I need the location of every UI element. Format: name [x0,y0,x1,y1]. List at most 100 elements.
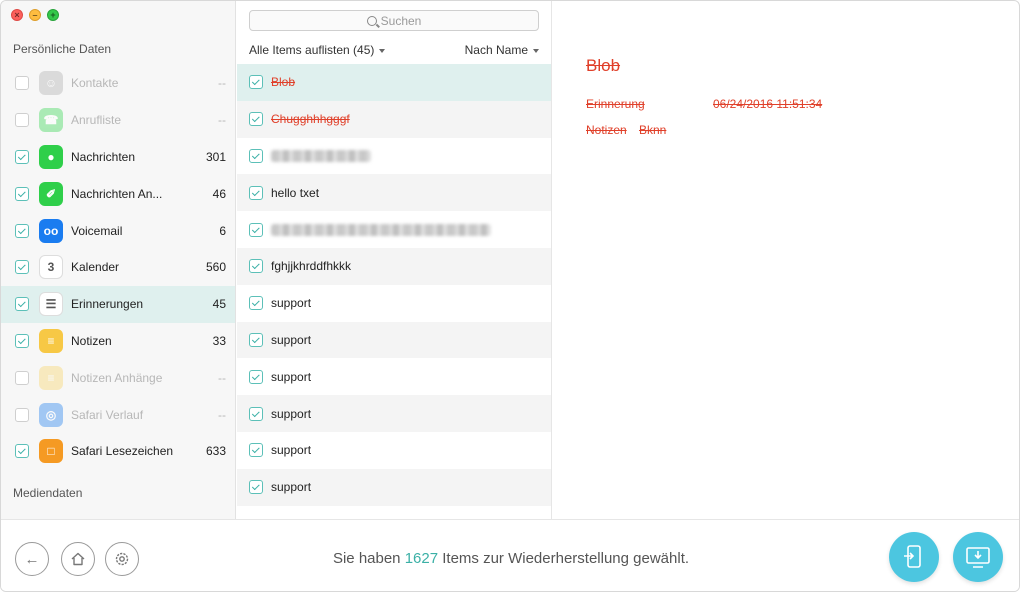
sidebar-item[interactable]: ☺ Kontakte -- [1,65,235,102]
list-item-label: Blob [271,75,296,90]
phone-icon: ☎ [39,108,63,133]
sidebar-item[interactable]: ☰ Erinnerungen 45 [1,285,235,323]
list-item-label: hello txet [271,185,320,200]
sidebar-item-label: Safari Verlauf [71,407,144,422]
category-checkbox[interactable] [15,113,29,128]
sidebar-item[interactable]: ☎ Anrufliste -- [1,102,235,139]
category-checkbox[interactable] [15,444,29,459]
restore-to-computer-button[interactable] [953,532,1003,582]
list-item-label: support [271,406,312,421]
calendar-icon: 3 [39,255,63,280]
reminder-label: Erinnerung [586,97,645,111]
voicemail-icon: oo [39,218,63,243]
item-checkbox[interactable] [249,296,263,311]
reminders-icon: ☰ [39,292,63,317]
section-title-personal: Persönliche Daten [13,42,112,56]
notes-icon: ≡ [39,328,63,353]
reminder-value: 06/24/2016 11:51:34 [713,97,823,111]
sort-dropdown[interactable]: Nach Name [465,43,539,57]
category-checkbox[interactable] [15,149,29,164]
search-icon [366,15,377,26]
sort-label: Nach Name [464,43,528,57]
category-checkbox[interactable] [15,186,29,201]
item-checkbox[interactable] [249,480,263,495]
sidebar: × – + Persönliche Daten ☺ Kontakte -- ☎ Anru… [1,1,236,519]
sidebar-item-label: Kontakte [71,76,119,91]
item-checkbox[interactable] [249,148,263,163]
sidebar-item[interactable]: ≡ Notizen 33 [1,323,235,360]
list-item[interactable]: support [237,321,551,359]
item-checkbox[interactable] [249,75,263,90]
list-item[interactable]: support [237,468,551,506]
category-checkbox[interactable] [15,223,29,238]
sidebar-item-count: 633 [205,444,226,459]
sidebar-item-count: -- [218,113,226,128]
sidebar-item-count: -- [218,76,226,91]
sidebar-item-label: Notizen Anhänge [71,370,163,385]
sidebar-item-label: Notizen [71,333,112,348]
sidebar-item[interactable]: ✐ Nachrichten An... 46 [1,175,235,212]
sidebar-item-label: Kalender [71,260,120,275]
detail-panel: Blob Erinnerung 06/24/2016 11:51:34 Noti… [553,1,1019,519]
contacts-icon: ☺ [39,71,63,96]
status-prefix: Sie haben [332,550,401,567]
restore-to-device-button[interactable] [889,532,939,582]
notes-label: Notizen [586,123,627,137]
item-checkbox[interactable] [249,369,263,384]
search-input[interactable]: Suchen [249,10,539,31]
notes-value: Bknn [639,123,667,137]
category-checkbox[interactable] [15,297,29,312]
sidebar-item-count: 301 [205,149,226,164]
app-window: × – + Persönliche Daten ☺ Kontakte -- ☎ Anru… [0,0,1020,592]
detail-title: Blob [586,56,621,75]
sidebar-item-count: -- [218,407,226,422]
sidebar-item[interactable]: 3 Kalender 560 [1,249,235,286]
category-checkbox[interactable] [15,370,29,385]
category-checkbox[interactable] [15,76,29,91]
zoom-window-button[interactable]: + [47,9,59,21]
list-item[interactable] [237,138,551,175]
item-checkbox[interactable] [249,443,263,458]
sidebar-item[interactable]: ● Nachrichten 301 [1,139,235,176]
list-item[interactable]: support [237,358,551,395]
sidebar-item-label: Nachrichten An... [71,186,163,201]
sidebar-item-count: 6 [219,223,226,238]
item-rows: Blob Chugghhhgggf hello txet fghjjkhrddfhkk… [237,64,551,506]
messages-icon: ● [39,144,63,169]
list-item[interactable]: fghjjkhrddfhkkk [237,247,551,285]
sidebar-item-count: -- [218,370,226,385]
list-item[interactable]: support [237,395,551,432]
sidebar-item-label: Nachrichten [71,149,136,164]
close-window-button[interactable]: × [11,9,23,21]
category-checkbox[interactable] [15,260,29,275]
sidebar-item-label: Anrufliste [71,113,122,128]
category-checkbox[interactable] [15,407,29,422]
sidebar-item[interactable]: ◎ Safari Verlauf -- [1,396,235,433]
category-checkbox[interactable] [15,333,29,348]
window-controls: × – + [11,9,59,21]
list-header: Alle Items auflisten (45) Nach Name [249,43,539,57]
item-checkbox[interactable] [249,222,263,237]
list-item[interactable]: support [237,432,551,469]
item-checkbox[interactable] [249,185,263,200]
item-checkbox[interactable] [249,406,263,421]
filter-dropdown[interactable]: Alle Items auflisten (45) [249,43,386,57]
sidebar-item[interactable]: ≡ Notizen Anhänge -- [1,359,235,396]
sidebar-item[interactable]: oo Voicemail 6 [1,212,235,249]
phone-restore-icon [904,545,921,568]
list-item[interactable]: Blob [237,64,551,101]
list-item[interactable] [237,211,551,248]
sidebar-item[interactable]: □ Safari Lesezeichen 633 [1,433,235,470]
item-list-panel: Suchen Alle Items auflisten (45) Nach Na… [237,1,552,519]
item-checkbox[interactable] [249,259,263,274]
list-item[interactable]: support [237,285,551,322]
bookmarks-icon: □ [39,439,63,464]
item-checkbox[interactable] [249,332,263,347]
list-item[interactable]: Chugghhhgggf [237,100,551,138]
minimize-window-button[interactable]: – [29,9,41,21]
sidebar-item-label: Erinnerungen [71,297,144,312]
status-text: Sie haben 1627 Items zur Wiederherstellu… [1,550,1019,567]
list-item-label: support [271,296,312,311]
list-item[interactable]: hello txet [237,174,551,212]
item-checkbox[interactable] [249,112,263,127]
